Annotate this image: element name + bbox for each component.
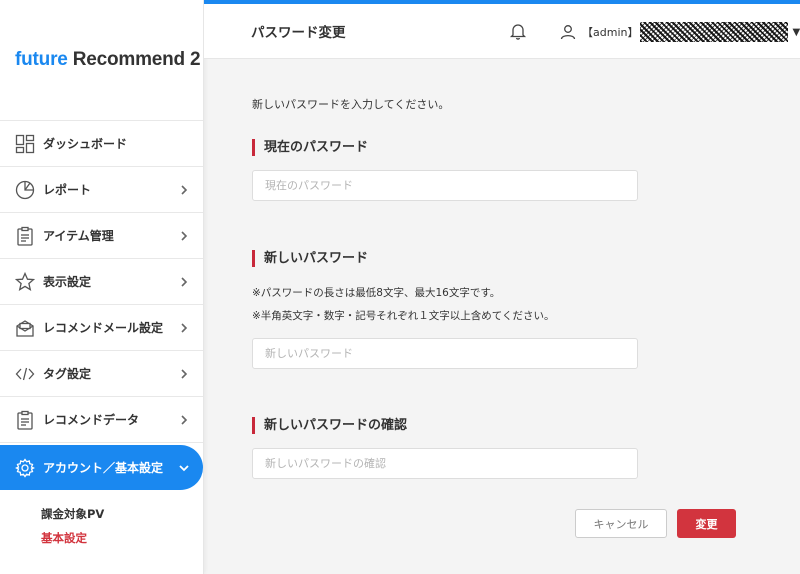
user-name: 【admin】 bbox=[582, 26, 639, 39]
logo[interactable]: future Recommend 2 bbox=[0, 0, 203, 121]
clipboard-icon bbox=[15, 226, 35, 246]
user-menu[interactable]: 【admin】 ▼ bbox=[560, 22, 800, 42]
brand-logo: future Recommend 2 bbox=[15, 49, 201, 70]
chevron-right-icon bbox=[179, 276, 189, 287]
chevron-down-icon bbox=[179, 463, 189, 473]
new-password-input[interactable] bbox=[252, 338, 638, 369]
dashboard-icon bbox=[15, 134, 35, 154]
masked-account-name bbox=[640, 22, 789, 42]
current-password-input[interactable] bbox=[252, 170, 638, 201]
intro-text: 新しいパスワードを入力してください。 bbox=[252, 98, 450, 111]
sidebar-item-dashboard[interactable]: ダッシュボード bbox=[0, 121, 203, 167]
new-password-title: 新しいパスワード bbox=[252, 250, 368, 267]
cancel-button[interactable]: キャンセル bbox=[575, 509, 667, 538]
header: パスワード変更 【admin】 ▼ bbox=[204, 4, 800, 59]
sidebar-item-display[interactable]: 表示設定 bbox=[0, 259, 203, 305]
chevron-right-icon bbox=[179, 184, 189, 195]
subnav: 課金対象PV 基本設定 bbox=[0, 490, 203, 554]
gear-icon bbox=[15, 457, 35, 478]
sidebar-item-account[interactable]: アカウント／基本設定 bbox=[0, 445, 203, 490]
sidebar-item-label: ダッシュボード bbox=[43, 137, 128, 151]
sidebar-item-label: アイテム管理 bbox=[43, 229, 114, 243]
sidebar-item-tag[interactable]: タグ設定 bbox=[0, 351, 203, 397]
clipboard-icon bbox=[15, 410, 35, 430]
current-password-title: 現在のパスワード bbox=[252, 139, 368, 156]
chevron-right-icon bbox=[179, 322, 189, 333]
star-icon bbox=[15, 271, 35, 292]
chevron-right-icon bbox=[179, 414, 189, 425]
chevron-right-icon bbox=[179, 230, 189, 241]
chevron-right-icon bbox=[179, 368, 189, 379]
page-title: パスワード変更 bbox=[251, 25, 346, 41]
mail-icon bbox=[15, 318, 35, 338]
confirm-password-title: 新しいパスワードの確認 bbox=[252, 417, 407, 434]
sidebar-item-recommend-data[interactable]: レコメンドデータ bbox=[0, 397, 203, 443]
sidebar-item-label: レコメンドメール設定 bbox=[43, 321, 164, 335]
sidebar-item-label: タグ設定 bbox=[43, 367, 92, 381]
sidebar-item-recommend-mail[interactable]: レコメンドメール設定 bbox=[0, 305, 203, 351]
pie-chart-icon bbox=[15, 180, 35, 200]
password-length-note: ※パスワードの長さは最低8文字、最大16文字です。 bbox=[252, 287, 501, 299]
caret-down-icon[interactable]: ▼ bbox=[792, 27, 800, 38]
user-icon bbox=[560, 24, 576, 40]
subnav-item-basic-settings[interactable]: 基本設定 bbox=[41, 526, 203, 550]
sidebar-item-label: レポート bbox=[43, 183, 92, 197]
confirm-password-input[interactable] bbox=[252, 448, 638, 479]
bell-icon[interactable] bbox=[509, 22, 527, 40]
sidebar-item-items[interactable]: アイテム管理 bbox=[0, 213, 203, 259]
password-chars-note: ※半角英文字・数字・記号それぞれ１文字以上含めてください。 bbox=[252, 310, 555, 322]
change-button[interactable]: 変更 bbox=[677, 509, 736, 538]
sidebar-item-label: レコメンドデータ bbox=[43, 413, 140, 427]
sidebar-item-report[interactable]: レポート bbox=[0, 167, 203, 213]
sidebar-item-label: アカウント／基本設定 bbox=[43, 461, 164, 475]
subnav-item-billing-pv[interactable]: 課金対象PV bbox=[41, 502, 203, 526]
sidebar: future Recommend 2 ダッシュボード レポート アイテム管理 表… bbox=[0, 0, 204, 574]
sidebar-item-label: 表示設定 bbox=[43, 275, 92, 289]
code-icon bbox=[15, 364, 35, 384]
